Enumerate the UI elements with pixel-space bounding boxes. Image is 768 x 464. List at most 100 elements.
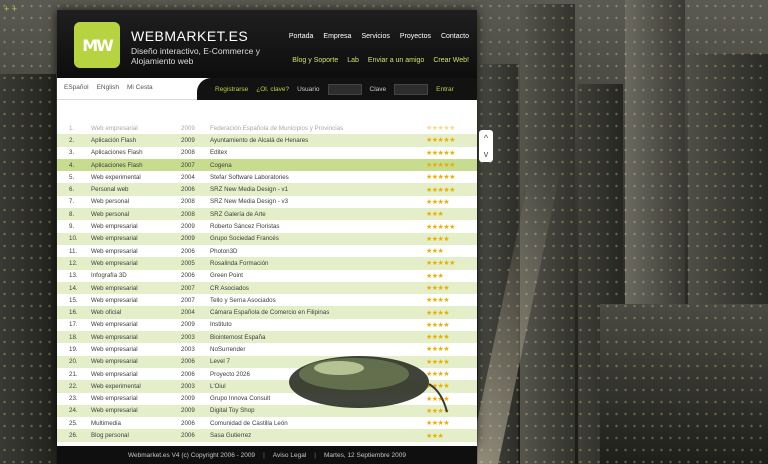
project-row[interactable]: 13. Infografía 3D 2006 Green Point ★★★ (57, 269, 477, 282)
project-client: Comunidad de Castilla León (210, 419, 288, 427)
lang-es[interactable]: ESpañol (64, 84, 89, 91)
project-row[interactable]: 20. Web empresarial 2006 Level 7 ★★★★ (57, 355, 477, 368)
main-panel: MW WEBMARKET.ES Diseño interactivo, E-Co… (57, 10, 477, 446)
project-rating: ★★★★★ (426, 260, 455, 268)
project-client: Biointernost España (210, 333, 266, 341)
project-row[interactable]: 10. Web empresarial 2009 Grupo Sociedad Fra… (57, 232, 477, 245)
password-label: Clave (369, 85, 387, 93)
project-category: Web empresarial (91, 333, 138, 341)
project-category: Web experimental (91, 382, 141, 390)
project-year: 2009 (181, 321, 195, 329)
user-input[interactable] (327, 83, 362, 95)
lang-en[interactable]: ENglish (97, 84, 119, 91)
legal-link[interactable]: Aviso Legal (273, 452, 307, 459)
project-client: NoSurrender (210, 345, 246, 353)
project-row[interactable]: 9. Web empresarial 2009 Roberto Sáncez Flor… (57, 220, 477, 233)
site-logo[interactable]: MW (74, 22, 120, 68)
project-number: 9. (69, 223, 75, 231)
project-number: 14. (69, 284, 78, 292)
project-rating: ★★★★ (426, 285, 450, 292)
project-row[interactable]: 7. Web personal 2008 SRZ New Media Design -… (57, 195, 477, 209)
cart-link[interactable]: Mi Cesta (127, 84, 153, 91)
project-client: Ayuntamiento de Alcalá de Henares (210, 136, 309, 144)
project-rating: ★★★★★ (426, 186, 455, 194)
project-row[interactable]: 12. Web empresarial 2005 Rosalinda Formació… (57, 257, 477, 270)
project-rating: ★★★★★ (426, 162, 455, 170)
nav-send-friend[interactable]: Enviar a un amigo (368, 57, 424, 64)
nav-portada[interactable]: Portada (289, 33, 314, 40)
project-row[interactable]: 2. Aplicación Flash 2009 Ayuntamiento de Al… (57, 134, 477, 147)
project-category: Web personal (91, 210, 130, 218)
project-client: Proyecto 2026 (210, 370, 250, 378)
project-year: 2009 (181, 395, 195, 403)
project-rating: ★★★★★ (426, 137, 455, 145)
project-number: 2. (69, 136, 75, 144)
project-number: 15. (69, 296, 78, 304)
project-number: 8. (69, 210, 75, 218)
project-year: 2007 (181, 284, 195, 292)
project-number: 22. (69, 382, 78, 390)
project-rating: ★★★★ (426, 371, 450, 379)
project-year: 2006 (181, 419, 195, 427)
project-number: 25. (69, 419, 78, 427)
project-row[interactable]: 11. Web empresarial 2006 Photon3D ★★★ (57, 244, 477, 258)
site-tagline: Diseño interactivo, E-Commerce y Alojami… (131, 46, 260, 66)
project-client: L'Oiul (210, 382, 226, 390)
nav-blog[interactable]: Blog y Soporte (292, 57, 338, 64)
project-category: Web empresarial (91, 284, 138, 292)
nav-empresa[interactable]: Empresa (323, 33, 351, 40)
nav-contacto[interactable]: Contacto (441, 33, 469, 40)
footer-separator: | (314, 451, 316, 459)
project-row[interactable]: 5. Web experimental 2004 Stefar Software La… (57, 171, 477, 184)
project-row[interactable]: 3. Aplicaciones Flash 2008 Editex ★★★★★ (57, 146, 477, 159)
project-row[interactable]: 22. Web experimental 2003 L'Oiul ★★★★ (57, 380, 477, 393)
project-row[interactable]: 16. Web oficial 2004 Cámara Española de Com… (57, 306, 477, 319)
nav-lab[interactable]: Lab (347, 57, 359, 64)
forgot-password-link[interactable]: ¿Ol. clave? (256, 86, 289, 93)
project-number: 12. (69, 259, 78, 267)
project-rating: ★★★★ (426, 321, 450, 329)
project-row[interactable]: 15. Web empresarial 2007 Tello y Serna Asoc… (57, 294, 477, 307)
nav-servicios[interactable]: Servicios (361, 33, 389, 40)
scroll-control: ^ v (479, 130, 493, 162)
password-input[interactable] (394, 83, 429, 95)
project-client: Federación Española de Municipios y Prov… (210, 124, 344, 132)
project-rating: ★★★ (426, 211, 444, 219)
project-row[interactable]: 26. Blog personal 2006 Sasa Gutierrez ★★★ (57, 429, 477, 442)
project-rating: ★★★ (426, 432, 444, 440)
project-row[interactable]: 6. Personal web 2006 SRZ New Media Design -… (57, 183, 477, 196)
project-row[interactable]: 1. Web empresarial 2009 Federación Española… (57, 122, 477, 135)
project-row[interactable]: 18. Web empresarial 2003 Biointernost Españ… (57, 331, 477, 344)
project-category: Web empresarial (91, 235, 138, 243)
project-number: 7. (69, 198, 75, 206)
scroll-down-icon[interactable]: v (484, 149, 489, 159)
register-link[interactable]: Registrarse (215, 86, 248, 93)
project-row[interactable]: 19. Web empresarial 2003 NoSurrender ★★★★ (57, 343, 477, 356)
nav-create-web[interactable]: Crear Web! (433, 57, 469, 64)
nav-proyectos[interactable]: Proyectos (400, 33, 431, 40)
project-row[interactable]: 4. Aplicaciones Flash 2007 Cogena ★★★★★ (57, 158, 477, 172)
project-row[interactable]: 8. Web personal 2008 SRZ Galería de Arte ★★★ (57, 208, 477, 221)
project-category: Web empresarial (91, 358, 138, 366)
enter-button[interactable]: Entrar (436, 86, 454, 93)
main-nav: Portada Empresa Servicios Proyectos Cont… (289, 33, 469, 40)
project-number: 20. (69, 358, 78, 366)
project-number: 5. (69, 173, 75, 181)
project-rating: ★★★★ (426, 198, 450, 206)
project-row[interactable]: 14. Web empresarial 2007 CR Asociados ★★★★ (57, 281, 477, 295)
project-year: 2008 (181, 210, 195, 218)
project-year: 2003 (181, 382, 195, 390)
project-client: Stefar Software Laboratories (210, 173, 289, 181)
project-client: Roberto Sáncez Floristas (210, 223, 280, 231)
scroll-up-icon[interactable]: ^ (484, 133, 488, 143)
project-year: 2009 (181, 407, 195, 415)
project-row[interactable]: 24. Web empresarial 2009 Digital Toy Shop ★★… (57, 404, 477, 418)
project-client: Grupo Innova Consult (210, 395, 271, 403)
project-row[interactable]: 25. Multimedia 2006 Comunidad de Castilla L… (57, 417, 477, 430)
project-number: 17. (69, 321, 78, 329)
project-row[interactable]: 17. Web empresarial 2009 Instituto ★★★★ (57, 318, 477, 332)
project-rating: ★★★★ (426, 407, 450, 415)
project-row[interactable]: 21. Web empresarial 2006 Proyecto 2026 ★★★★ (57, 367, 477, 381)
project-row[interactable]: 23. Web empresarial 2009 Grupo Innova Consu… (57, 392, 477, 405)
project-category: Web empresarial (91, 321, 138, 329)
